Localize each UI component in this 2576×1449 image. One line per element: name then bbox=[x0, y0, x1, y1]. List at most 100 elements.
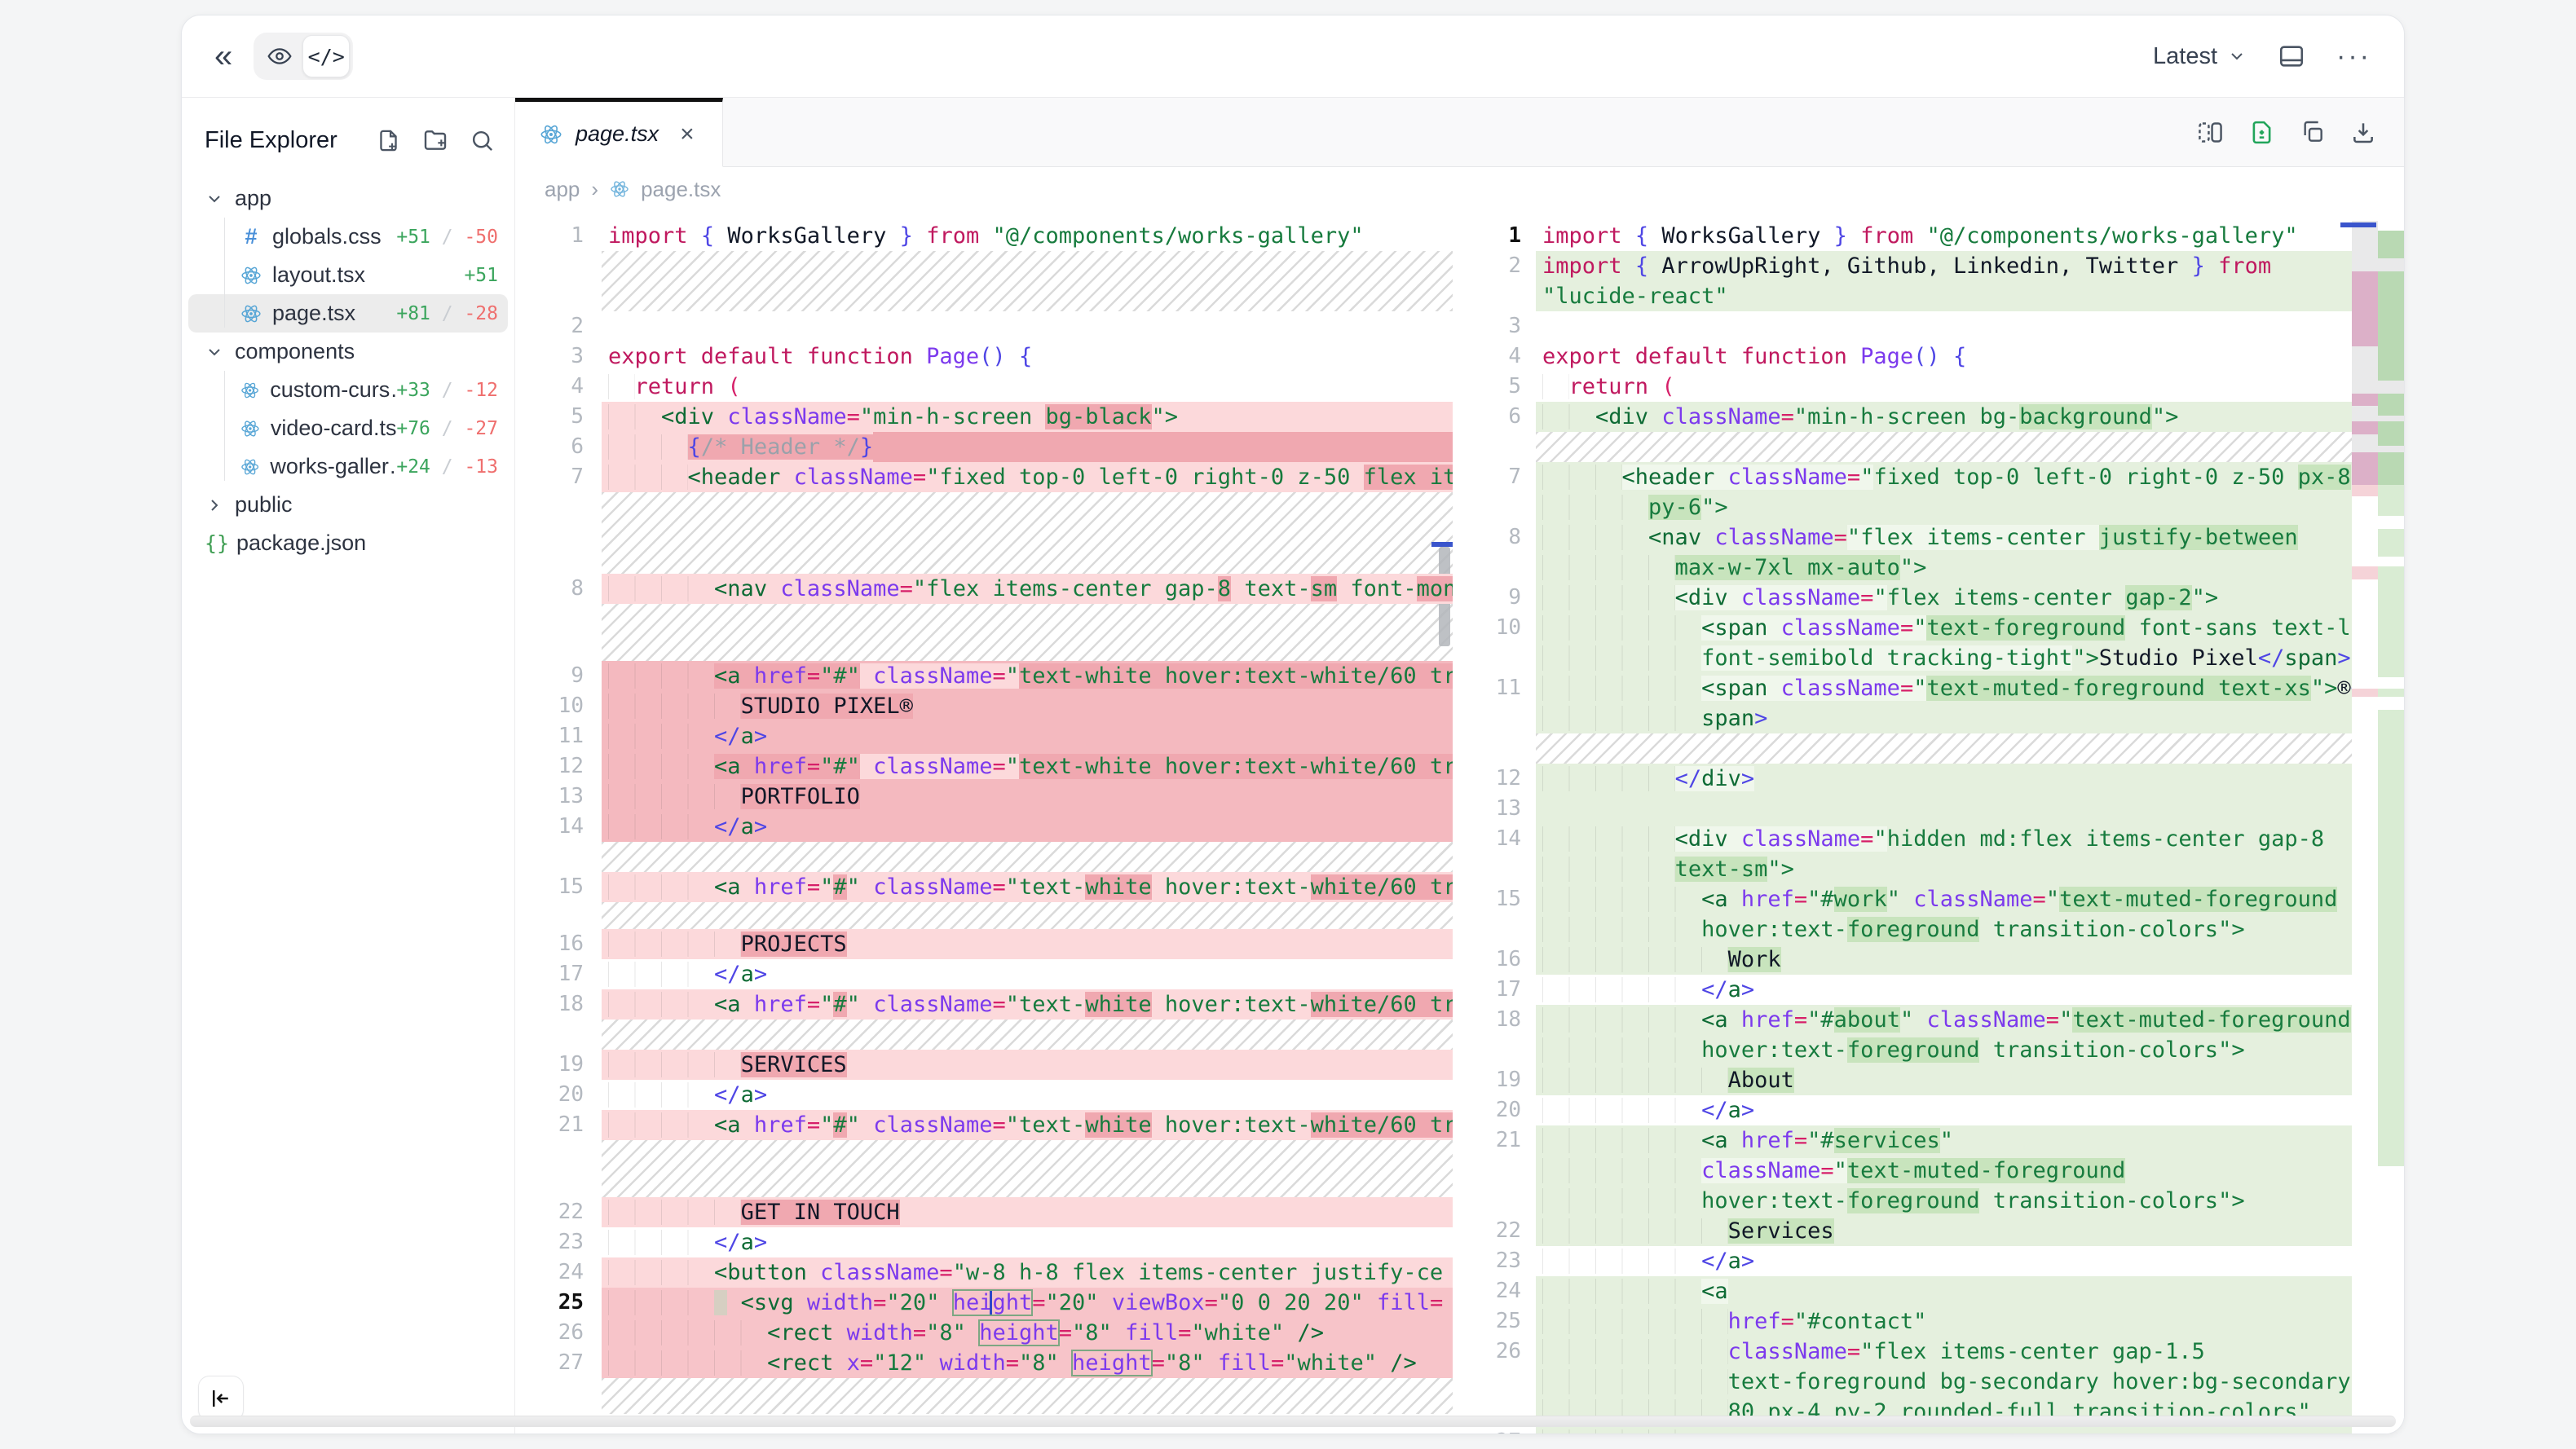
breadcrumb-separator: › bbox=[591, 177, 598, 202]
code-line[interactable]: 6 {/* Header */} bbox=[515, 432, 1453, 462]
code-line[interactable]: 25 <svg width="20" height="20" viewBox="… bbox=[515, 1288, 1453, 1318]
code-line[interactable]: 15 <a href="#" className="text-white hov… bbox=[515, 872, 1453, 902]
code-line[interactable]: 8 <nav className="flex items-center gap-… bbox=[515, 574, 1453, 604]
code-line[interactable]: 21 <a href="#services" bbox=[1469, 1125, 2404, 1156]
code-line[interactable]: py-6"> bbox=[1469, 492, 2404, 522]
code-line[interactable]: 13 bbox=[1469, 794, 2404, 824]
sidebar-folder-public[interactable]: public bbox=[188, 486, 508, 524]
download-icon[interactable] bbox=[2350, 119, 2376, 145]
breadcrumb-folder[interactable]: app bbox=[545, 177, 580, 202]
code-line[interactable]: 9 <a href="#" className="text-white hove… bbox=[515, 661, 1453, 691]
code-line[interactable]: 19 SERVICES bbox=[515, 1050, 1453, 1080]
code-line[interactable]: 27 > bbox=[1469, 1427, 2404, 1434]
collapse-panel-button[interactable] bbox=[198, 1376, 244, 1421]
code-line[interactable]: 12 </div> bbox=[1469, 764, 2404, 794]
code-line[interactable]: 22 Services bbox=[1469, 1216, 2404, 1246]
code-line[interactable]: 24 <a bbox=[1469, 1276, 2404, 1306]
sidebar-folder-app[interactable]: app bbox=[188, 179, 508, 218]
code-line[interactable]: 1import { WorksGallery } from "@/compone… bbox=[1469, 221, 2404, 251]
code-line[interactable]: 27 <rect x="12" width="8" height="8" fil… bbox=[515, 1348, 1453, 1378]
code-line[interactable]: 4 return ( bbox=[515, 372, 1453, 402]
code-line[interactable]: 19 About bbox=[1469, 1065, 2404, 1095]
code-line[interactable]: 23 </a> bbox=[1469, 1246, 2404, 1276]
code-line[interactable]: 80 px-4 py-2 rounded-full transition-col… bbox=[1469, 1397, 2404, 1427]
breadcrumb-file[interactable]: page.tsx bbox=[641, 177, 721, 202]
code-line[interactable]: 21 <a href="#" className="text-white hov… bbox=[515, 1110, 1453, 1140]
collapse-sidebar-icon[interactable]: « bbox=[214, 40, 232, 73]
code-line[interactable]: className="text-muted-foreground bbox=[1469, 1156, 2404, 1186]
search-icon[interactable] bbox=[470, 128, 495, 153]
code-line[interactable]: 23 </a> bbox=[515, 1227, 1453, 1257]
new-folder-icon[interactable] bbox=[422, 127, 448, 153]
diff-pane-new[interactable]: 1import { WorksGallery } from "@/compone… bbox=[1469, 221, 2404, 1434]
code-line[interactable]: 5 return ( bbox=[1469, 372, 2404, 402]
new-file-icon[interactable] bbox=[376, 128, 401, 153]
code-toggle-button[interactable]: </> bbox=[302, 35, 350, 77]
react-icon bbox=[540, 123, 562, 146]
code-line[interactable]: 5 <div className="min-h-screen bg-black"… bbox=[515, 402, 1453, 432]
code-line[interactable]: hover:text-foreground transition-colors"… bbox=[1469, 1035, 2404, 1065]
panel-bottom-icon[interactable] bbox=[2278, 42, 2305, 70]
preview-toggle-button[interactable] bbox=[257, 36, 302, 77]
code-line[interactable]: 6 <div className="min-h-screen bg-backgr… bbox=[1469, 402, 2404, 432]
more-menu-icon[interactable]: ··· bbox=[2336, 41, 2371, 73]
code-line[interactable]: hover:text-foreground transition-colors"… bbox=[1469, 1186, 2404, 1216]
file-diff-icon[interactable] bbox=[2248, 119, 2275, 146]
code-line[interactable]: text-foreground bg-secondary hover:bg-se… bbox=[1469, 1367, 2404, 1397]
code-line[interactable]: 7 <header className="fixed top-0 left-0 … bbox=[1469, 462, 2404, 492]
tab-page-tsx[interactable]: page.tsx × bbox=[515, 98, 723, 167]
code-line[interactable]: 8 <nav className="flex items-center just… bbox=[1469, 522, 2404, 553]
code-line[interactable]: 3export default function Page() { bbox=[515, 341, 1453, 372]
code-line[interactable]: 1import { WorksGallery } from "@/compone… bbox=[515, 221, 1453, 251]
code-line[interactable]: 11 </a> bbox=[515, 721, 1453, 751]
sidebar-item-page.tsx[interactable]: page.tsx+81 / -28 bbox=[188, 294, 508, 333]
sidebar-item-video-card.tsx[interactable]: video-card.tsx+76 / -27 bbox=[188, 409, 508, 447]
sidebar-folder-components[interactable]: components bbox=[188, 333, 508, 371]
version-dropdown[interactable]: Latest bbox=[2153, 43, 2247, 70]
code-line[interactable]: text-sm"> bbox=[1469, 854, 2404, 884]
code-line[interactable]: 10 STUDIO PIXEL® bbox=[515, 691, 1453, 721]
code-line[interactable]: 20 </a> bbox=[515, 1080, 1453, 1110]
diff-pane-old[interactable]: 1import { WorksGallery } from "@/compone… bbox=[515, 221, 1453, 1434]
copy-icon[interactable] bbox=[2300, 119, 2326, 145]
code-line[interactable]: 7 <header className="fixed top-0 left-0 … bbox=[515, 462, 1453, 492]
code-line[interactable]: 22 GET IN TOUCH bbox=[515, 1197, 1453, 1227]
sidebar-item-layout.tsx[interactable]: layout.tsx+51 bbox=[188, 256, 508, 294]
code-line[interactable]: hover:text-foreground transition-colors"… bbox=[1469, 914, 2404, 945]
split-view-icon[interactable] bbox=[2197, 119, 2224, 146]
close-tab-icon[interactable]: × bbox=[680, 121, 695, 148]
sidebar-item-works-galler[interactable]: works-galler…+24 / -13 bbox=[188, 447, 508, 486]
code-line[interactable]: 20 </a> bbox=[1469, 1095, 2404, 1125]
code-line[interactable]: font-semibold tracking-tight">Studio Pix… bbox=[1469, 643, 2404, 673]
code-line[interactable]: 3 bbox=[1469, 311, 2404, 341]
code-line[interactable]: 18 <a href="#about" className="text-mute… bbox=[1469, 1005, 2404, 1035]
code-line[interactable]: 12 <a href="#" className="text-white hov… bbox=[515, 751, 1453, 782]
sidebar-item-globals.css[interactable]: #globals.css+51 / -50 bbox=[188, 218, 508, 256]
code-line[interactable]: 16 Work bbox=[1469, 945, 2404, 975]
code-line[interactable]: 17 </a> bbox=[1469, 975, 2404, 1005]
code-line[interactable]: 13 PORTFOLIO bbox=[515, 782, 1453, 812]
code-line[interactable]: "lucide-react" bbox=[1469, 281, 2404, 311]
code-line[interactable]: 15 <a href="#work" className="text-muted… bbox=[1469, 884, 2404, 914]
code-line[interactable]: 2 bbox=[515, 311, 1453, 341]
sidebar-item-custom-curs[interactable]: custom-curs…+33 / -12 bbox=[188, 371, 508, 409]
code-line[interactable]: 14 </a> bbox=[515, 812, 1453, 842]
code-line[interactable]: 26 className="flex items-center gap-1.5 bbox=[1469, 1337, 2404, 1367]
code-line[interactable]: 11 <span className="text-muted-foregroun… bbox=[1469, 673, 2404, 703]
code-line[interactable]: 25 href="#contact" bbox=[1469, 1306, 2404, 1337]
code-line[interactable]: 14 <div className="hidden md:flex items-… bbox=[1469, 824, 2404, 854]
sidebar-item-package.json[interactable]: {}package.json bbox=[188, 524, 508, 562]
code-line[interactable]: 9 <div className="flex items-center gap-… bbox=[1469, 583, 2404, 613]
code-line[interactable]: span> bbox=[1469, 703, 2404, 733]
code-line[interactable]: 2import { ArrowUpRight, Github, Linkedin… bbox=[1469, 251, 2404, 281]
code-line[interactable]: 4export default function Page() { bbox=[1469, 341, 2404, 372]
line-number: 14 bbox=[1469, 824, 1536, 854]
code-line[interactable]: 18 <a href="#" className="text-white hov… bbox=[515, 989, 1453, 1020]
code-line[interactable]: 16 PROJECTS bbox=[515, 929, 1453, 959]
code-line[interactable]: max-w-7xl mx-auto"> bbox=[1469, 553, 2404, 583]
code-line[interactable]: 10 <span className="text-foreground font… bbox=[1469, 613, 2404, 643]
diff-minimap[interactable] bbox=[2352, 221, 2404, 1434]
code-line[interactable]: 26 <rect width="8" height="8" fill="whit… bbox=[515, 1318, 1453, 1348]
code-line[interactable]: 17 </a> bbox=[515, 959, 1453, 989]
code-line[interactable]: 24 <button className="w-8 h-8 flex items… bbox=[515, 1257, 1453, 1288]
